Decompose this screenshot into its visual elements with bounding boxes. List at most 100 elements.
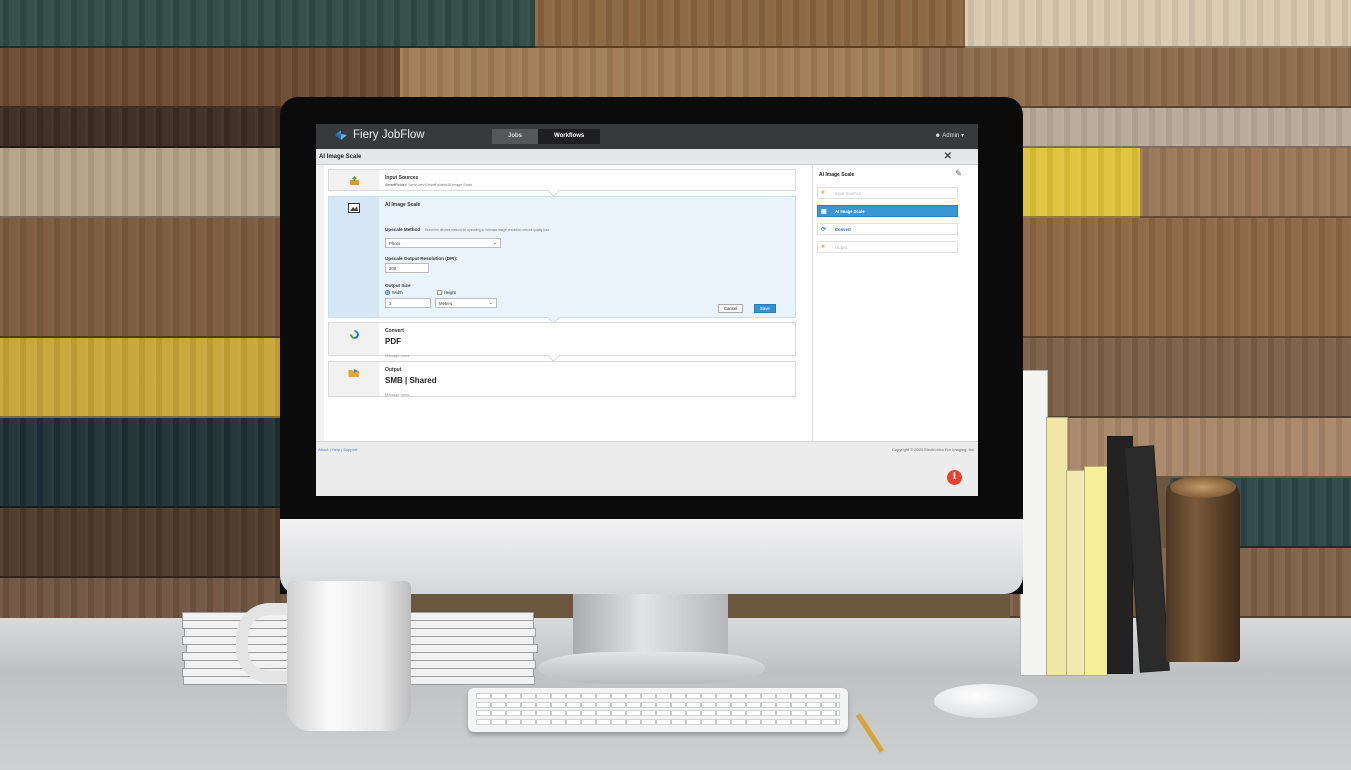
image-scale-icon — [348, 203, 360, 213]
checkbox-icon — [436, 290, 442, 296]
monitor-stand-foot — [538, 652, 765, 684]
smartfolder-label: SmartFolder: — [385, 183, 408, 187]
wood-stump — [1166, 476, 1240, 662]
output-size-label: Output Size — [385, 283, 411, 288]
user-name: Admin — [942, 133, 960, 139]
dpi-input[interactable]: 200 — [385, 263, 429, 273]
wall-plank — [965, 0, 1351, 48]
footer-separator: | — [341, 447, 343, 452]
step-output[interactable]: Output SMB | Shared Manage rules — [328, 361, 796, 397]
user-menu[interactable]: ☻ Admin ▾ — [935, 132, 964, 139]
step-content: AI Image Scale Upscale Method Select the… — [385, 202, 787, 309]
workflow-sidebar: AI Image Scale ✎ ■ Input Sources ▣ AI Im… — [812, 165, 978, 441]
scene: Fiery JobFlow Jobs Workflows ☻ Admin ▾ A… — [0, 0, 1351, 770]
book — [1020, 370, 1048, 676]
manage-rules-link[interactable]: Manage rules — [385, 353, 787, 358]
height-checkbox[interactable]: Height — [436, 290, 456, 296]
book — [1066, 470, 1086, 676]
user-icon: ☻ — [934, 133, 941, 139]
step-subtitle: SmartFolder: \\erch-dev\SmartFolders\AI … — [385, 183, 787, 187]
save-button[interactable]: Save — [754, 304, 776, 313]
about-link[interactable]: About — [318, 447, 328, 452]
unit-select[interactable]: Meters ⌄ — [435, 298, 497, 309]
tab-jobs[interactable]: Jobs — [492, 129, 539, 144]
chevron-down-icon: ⌄ — [492, 240, 497, 246]
step-icon-cell — [329, 197, 379, 317]
keyboard — [468, 688, 848, 732]
step-value: SMB | Shared — [385, 376, 437, 385]
sidebar-item-output[interactable]: ■ Output — [817, 241, 958, 253]
step-input-sources[interactable]: Input Sources SmartFolder: \\erch-dev\Sm… — [328, 169, 796, 197]
step-convert[interactable]: Convert PDF Manage rules — [328, 322, 796, 362]
wall-plank — [0, 0, 535, 48]
monitor-stand-neck — [573, 594, 728, 654]
app-screen: Fiery JobFlow Jobs Workflows ☻ Admin ▾ A… — [316, 124, 978, 496]
folder-output-icon: ■ — [821, 244, 825, 250]
inbox-icon: ■ — [821, 190, 825, 196]
radio-selected-icon — [385, 290, 390, 296]
step-icon-cell — [329, 170, 379, 190]
wall-plank — [535, 0, 965, 48]
chevron-down-icon: ▾ — [960, 133, 964, 139]
close-icon[interactable]: ✕ — [944, 151, 952, 162]
coffee-mug — [287, 581, 411, 731]
step-title: Convert — [385, 328, 404, 334]
upscale-method-group: Upscale Method Select the desired method… — [385, 218, 787, 236]
image-scale-icon: ▣ — [821, 209, 827, 215]
upscale-method-hint: Select the desired method for upscaling … — [424, 228, 550, 232]
dialog-title-bar: AI Image Scale ✕ — [316, 149, 978, 165]
footer-links: About | Help | Support — [318, 447, 357, 452]
page-title: AI Image Scale — [319, 154, 362, 160]
step-content: Convert PDF Manage rules — [385, 328, 787, 358]
upscale-method-select[interactable]: Photo ⌄ — [385, 238, 501, 248]
nav-tabs: Jobs Workflows — [492, 129, 601, 144]
step-icon-cell — [329, 323, 379, 355]
tab-workflows[interactable]: Workflows — [538, 129, 601, 144]
smartfolder-path: \\erch-dev\SmartFolders\AI Image Scale — [408, 183, 473, 187]
height-label: Height — [443, 290, 456, 295]
sidebar-item-label: AI Image Scale — [835, 209, 865, 214]
copyright: Copyright © 2020 Electronics For Imaging… — [892, 447, 975, 452]
folder-output-icon — [348, 369, 359, 377]
book — [1046, 417, 1068, 676]
sidebar-item-label: Convert — [835, 227, 851, 232]
manage-rules-link[interactable]: Manage rules — [385, 392, 787, 397]
step-title: AI Image Scale — [385, 202, 421, 208]
book — [1084, 466, 1108, 676]
keyboard-row — [476, 718, 840, 725]
width-radio[interactable]: Width — [385, 290, 403, 296]
step-content: Output SMB | Shared Manage rules — [385, 367, 787, 397]
edit-icon[interactable]: ✎ — [955, 169, 962, 178]
keyboard-row — [476, 693, 840, 699]
wall-plank — [0, 508, 290, 578]
wall-plank — [0, 148, 300, 218]
step-title: Input Sources — [385, 175, 419, 181]
sidebar-item-label: Input Sources — [835, 191, 861, 196]
support-link[interactable]: Support — [343, 447, 357, 452]
brand[interactable]: Fiery JobFlow — [334, 129, 425, 141]
brand-name: Fiery JobFlow — [353, 129, 425, 141]
convert-icon: ⟳ — [821, 227, 827, 233]
info-icon[interactable]: i — [947, 470, 962, 485]
sidebar-item-convert[interactable]: ⟳ Convert — [817, 223, 958, 235]
wall-plank — [1140, 148, 1351, 218]
sidebar-item-input-sources[interactable]: ■ Input Sources — [817, 187, 958, 199]
wall-plank — [0, 418, 290, 508]
workflow-steps: Input Sources SmartFolder: \\erch-dev\Sm… — [324, 165, 812, 441]
wall-plank — [0, 218, 290, 338]
unit-value: Meters — [439, 301, 453, 307]
output-size-input[interactable]: 3 — [385, 298, 431, 309]
chevron-down-icon: ⌄ — [488, 300, 493, 307]
footer-separator: | — [329, 447, 331, 452]
wall-plank — [1010, 218, 1351, 338]
step-ai-image-scale-editor: AI Image Scale Upscale Method Select the… — [328, 196, 796, 324]
help-link[interactable]: Help — [332, 447, 340, 452]
cancel-button[interactable]: Cancel — [718, 304, 744, 313]
sidebar-item-ai-image-scale[interactable]: ▣ AI Image Scale — [817, 205, 958, 217]
top-bar: Fiery JobFlow Jobs Workflows ☻ Admin ▾ — [316, 124, 978, 149]
width-label: Width — [392, 290, 403, 295]
wall-plank — [1010, 148, 1140, 218]
step-value: PDF — [385, 337, 401, 346]
dpi-label: Upscale Output Resolution (DPI): — [385, 256, 458, 261]
sidebar-item-label: Output — [835, 245, 848, 250]
